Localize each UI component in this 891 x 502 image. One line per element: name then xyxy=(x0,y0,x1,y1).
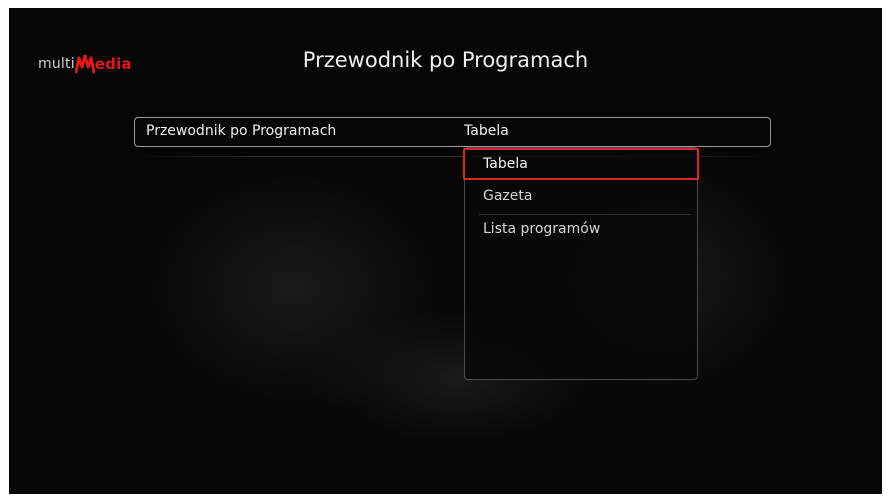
dropdown-option-label: Lista programów xyxy=(483,221,601,237)
dropdown-option-label: Gazeta xyxy=(483,188,533,204)
page-title: Przewodnik po Programach xyxy=(302,48,589,72)
dropdown-option-tabela[interactable]: Tabela xyxy=(463,148,699,180)
dropdown-option-label: Tabela xyxy=(483,156,528,172)
dropdown-option-gazeta[interactable]: Gazeta xyxy=(465,182,697,212)
setting-row-epg[interactable]: Przewodnik po Programach Tabela xyxy=(134,117,771,147)
dropdown-list: Tabela Gazeta Lista programów xyxy=(463,147,699,380)
tv-screen: multi edia Przewodnik po Programach Prze… xyxy=(9,8,882,494)
dropdown-option-lista-programow[interactable]: Lista programów xyxy=(465,215,697,245)
setting-label: Przewodnik po Programach xyxy=(146,123,337,139)
setting-value: Tabela xyxy=(464,123,509,139)
